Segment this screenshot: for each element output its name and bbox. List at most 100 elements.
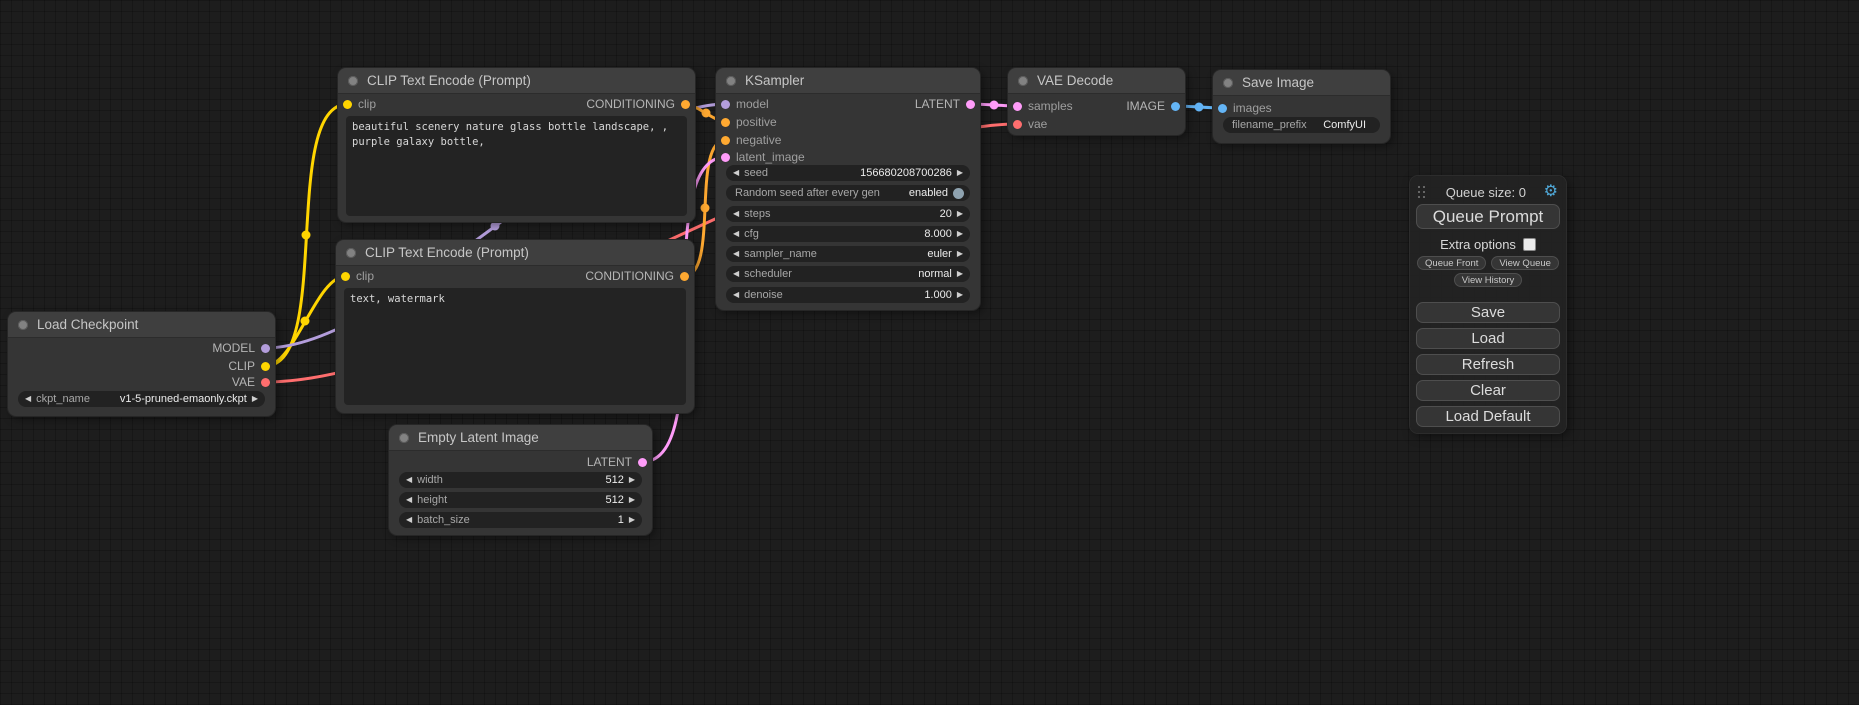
cfg-widget[interactable]: ◀ cfg 8.000 ▶ [726,226,970,242]
clip-input-port[interactable] [341,272,350,281]
load-default-button[interactable]: Load Default [1416,406,1560,427]
widget-value: 1 [618,514,624,526]
clear-button[interactable]: Clear [1416,380,1560,401]
prev-arrow-icon[interactable]: ◀ [733,210,739,218]
next-arrow-icon[interactable]: ▶ [957,169,963,177]
collapse-dot-icon[interactable] [726,76,736,86]
prev-arrow-icon[interactable]: ◀ [406,476,412,484]
extra-options-checkbox[interactable] [1523,238,1536,251]
next-arrow-icon[interactable]: ▶ [957,291,963,299]
node-clip-text-encode-positive[interactable]: CLIP Text Encode (Prompt) clip CONDITION… [338,68,695,222]
drag-handle-icon[interactable] [1418,186,1428,198]
height-widget[interactable]: ◀ height 512 ▶ [399,492,642,508]
save-button[interactable]: Save [1416,302,1560,323]
steps-widget[interactable]: ◀ steps 20 ▶ [726,206,970,222]
model-output-port[interactable] [261,344,270,353]
conditioning-output-port[interactable] [680,272,689,281]
scheduler-widget[interactable]: ◀ scheduler normal ▶ [726,266,970,282]
image-output-port[interactable] [1171,102,1180,111]
prev-arrow-icon[interactable]: ◀ [25,395,31,403]
collapse-dot-icon[interactable] [18,320,28,330]
collapse-dot-icon[interactable] [1223,78,1233,88]
port-label: positive [736,115,777,129]
queue-front-button[interactable]: Queue Front [1417,256,1486,270]
prev-arrow-icon[interactable]: ◀ [733,250,739,258]
seed-widget[interactable]: ◀ seed 156680208700286 ▶ [726,165,970,181]
prev-arrow-icon[interactable]: ◀ [733,291,739,299]
widget-value: 1.000 [924,289,952,301]
node-titlebar[interactable]: Save Image [1213,70,1390,96]
filename-prefix-widget[interactable]: filename_prefix ComfyUI [1223,117,1380,133]
latent-image-input-port[interactable] [721,153,730,162]
prev-arrow-icon[interactable]: ◀ [406,496,412,504]
prev-arrow-icon[interactable]: ◀ [406,516,412,524]
prompt-textarea[interactable]: beautiful scenery nature glass bottle la… [346,116,687,216]
node-save-image[interactable]: Save Image images filename_prefix ComfyU… [1213,70,1390,143]
load-button[interactable]: Load [1416,328,1560,349]
collapse-dot-icon[interactable] [1018,76,1028,86]
node-titlebar[interactable]: KSampler [716,68,980,94]
collapse-dot-icon[interactable] [346,248,356,258]
denoise-widget[interactable]: ◀ denoise 1.000 ▶ [726,287,970,303]
prev-arrow-icon[interactable]: ◀ [733,270,739,278]
next-arrow-icon[interactable]: ▶ [957,250,963,258]
widget-label: denoise [744,289,783,301]
node-clip-text-encode-negative[interactable]: CLIP Text Encode (Prompt) clip CONDITION… [336,240,694,413]
positive-input-port[interactable] [721,118,730,127]
node-ksampler[interactable]: KSampler model positive negative latent_… [716,68,980,310]
port-label: LATENT [915,97,960,111]
port-label: VAE [232,375,255,389]
toggle-knob-icon[interactable] [953,188,964,199]
conditioning-output-port[interactable] [681,100,690,109]
prev-arrow-icon[interactable]: ◀ [733,230,739,238]
node-vae-decode[interactable]: VAE Decode samples IMAGE vae [1008,68,1185,135]
widget-label: height [417,494,447,506]
next-arrow-icon[interactable]: ▶ [957,210,963,218]
view-queue-button[interactable]: View Queue [1491,256,1559,270]
clip-output-port[interactable] [261,362,270,371]
link-dot [302,231,311,240]
node-titlebar[interactable]: VAE Decode [1008,68,1185,94]
collapse-dot-icon[interactable] [399,433,409,443]
clip-input-port[interactable] [343,100,352,109]
next-arrow-icon[interactable]: ▶ [957,270,963,278]
node-empty-latent-image[interactable]: Empty Latent Image LATENT ◀ width 512 ▶ … [389,425,652,535]
history-button-row: View History [1416,273,1560,287]
node-titlebar[interactable]: CLIP Text Encode (Prompt) [338,68,695,94]
next-arrow-icon[interactable]: ▶ [629,476,635,484]
node-title: Save Image [1242,75,1314,90]
width-widget[interactable]: ◀ width 512 ▶ [399,472,642,488]
node-titlebar[interactable]: Load Checkpoint [8,312,275,338]
latent-output-port[interactable] [638,458,647,467]
next-arrow-icon[interactable]: ▶ [252,395,258,403]
node-titlebar[interactable]: Empty Latent Image [389,425,652,451]
queue-prompt-button[interactable]: Queue Prompt [1416,204,1560,229]
next-arrow-icon[interactable]: ▶ [629,496,635,504]
prompt-textarea[interactable]: text, watermark [344,288,686,405]
node-title: CLIP Text Encode (Prompt) [365,245,529,260]
random-seed-toggle-widget[interactable]: Random seed after every gen enabled [726,185,970,201]
prev-arrow-icon[interactable]: ◀ [733,169,739,177]
input-slot-negative: negative [716,132,980,148]
view-history-button[interactable]: View History [1454,273,1523,287]
negative-input-port[interactable] [721,136,730,145]
node-canvas[interactable]: Load Checkpoint MODEL CLIP VAE ◀ ckpt_na… [0,0,1859,705]
collapse-dot-icon[interactable] [348,76,358,86]
latent-output-port[interactable] [966,100,975,109]
node-load-checkpoint[interactable]: Load Checkpoint MODEL CLIP VAE ◀ ckpt_na… [8,312,275,416]
next-arrow-icon[interactable]: ▶ [957,230,963,238]
refresh-button[interactable]: Refresh [1416,354,1560,375]
widget-value: 20 [940,208,952,220]
next-arrow-icon[interactable]: ▶ [629,516,635,524]
node-titlebar[interactable]: CLIP Text Encode (Prompt) [336,240,694,266]
ckpt-name-widget[interactable]: ◀ ckpt_name v1-5-pruned-emaonly.ckpt ▶ [18,391,265,407]
batch-size-widget[interactable]: ◀ batch_size 1 ▶ [399,512,642,528]
widget-label: cfg [744,228,759,240]
sampler-name-widget[interactable]: ◀ sampler_name euler ▶ [726,246,970,262]
vae-output-port[interactable] [261,378,270,387]
images-input-port[interactable] [1218,104,1227,113]
settings-gear-icon[interactable]: ⚙ [1544,184,1558,200]
samples-input-port[interactable] [1013,102,1022,111]
port-label: clip [356,269,374,283]
vae-input-port[interactable] [1013,120,1022,129]
